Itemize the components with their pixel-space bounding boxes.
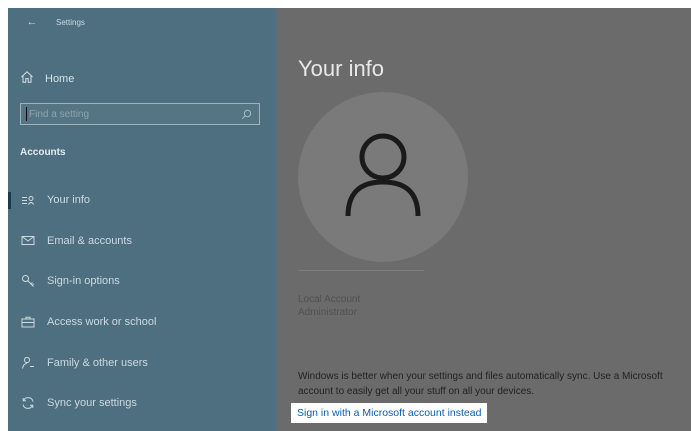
person-add-icon [20,355,36,371]
user-icon [343,130,423,225]
home-nav-item[interactable]: Home [20,70,74,87]
sidebar-item-family-other-users[interactable]: Family & other users [8,342,277,383]
main-content: Your info Local Account Administrator Wi… [277,8,691,431]
home-icon [20,70,45,87]
sidebar-item-label: Access work or school [47,316,157,329]
sidebar-item-email-accounts[interactable]: Email & accounts [8,221,277,262]
section-heading-accounts: Accounts [20,147,66,158]
accounts-nav-list: Your info Email & accounts Sign-in optio… [8,180,277,424]
title-bar: ← Settings [8,8,277,36]
back-button[interactable]: ← [18,8,46,36]
sign-in-microsoft-link[interactable]: Sign in with a Microsoft account instead [291,403,488,423]
sidebar-item-label: Sync your settings [47,397,137,410]
avatar [298,92,468,262]
sidebar-item-label: Email & accounts [47,234,132,247]
sync-description: Windows is better when your settings and… [298,371,663,397]
person-card-icon [20,192,36,208]
divider [298,270,424,271]
account-type: Administrator [298,307,357,318]
sidebar-item-your-info[interactable]: Your info [8,180,277,221]
search-input[interactable] [27,108,237,120]
sidebar-item-label: Sign-in options [47,275,120,288]
sidebar-item-label: Family & other users [47,356,148,369]
sidebar-item-sync-settings[interactable]: Sync your settings [8,383,277,424]
search-icon[interactable] [237,109,255,120]
sidebar-item-sign-in-options[interactable]: Sign-in options [8,261,277,302]
sidebar: ← Settings Home Accounts [8,8,277,431]
sidebar-item-access-work-school[interactable]: Access work or school [8,302,277,343]
search-box[interactable] [20,103,260,125]
mail-icon [20,233,36,249]
key-icon [20,273,36,289]
page-title: Your info [298,56,385,81]
briefcase-icon [20,314,36,330]
sidebar-item-label: Your info [47,194,91,207]
account-name: Local Account [298,294,361,305]
settings-window: ← Settings Home Accounts [8,8,691,431]
sync-icon [20,395,36,411]
home-label: Home [45,72,75,85]
app-title: Settings [56,17,85,27]
